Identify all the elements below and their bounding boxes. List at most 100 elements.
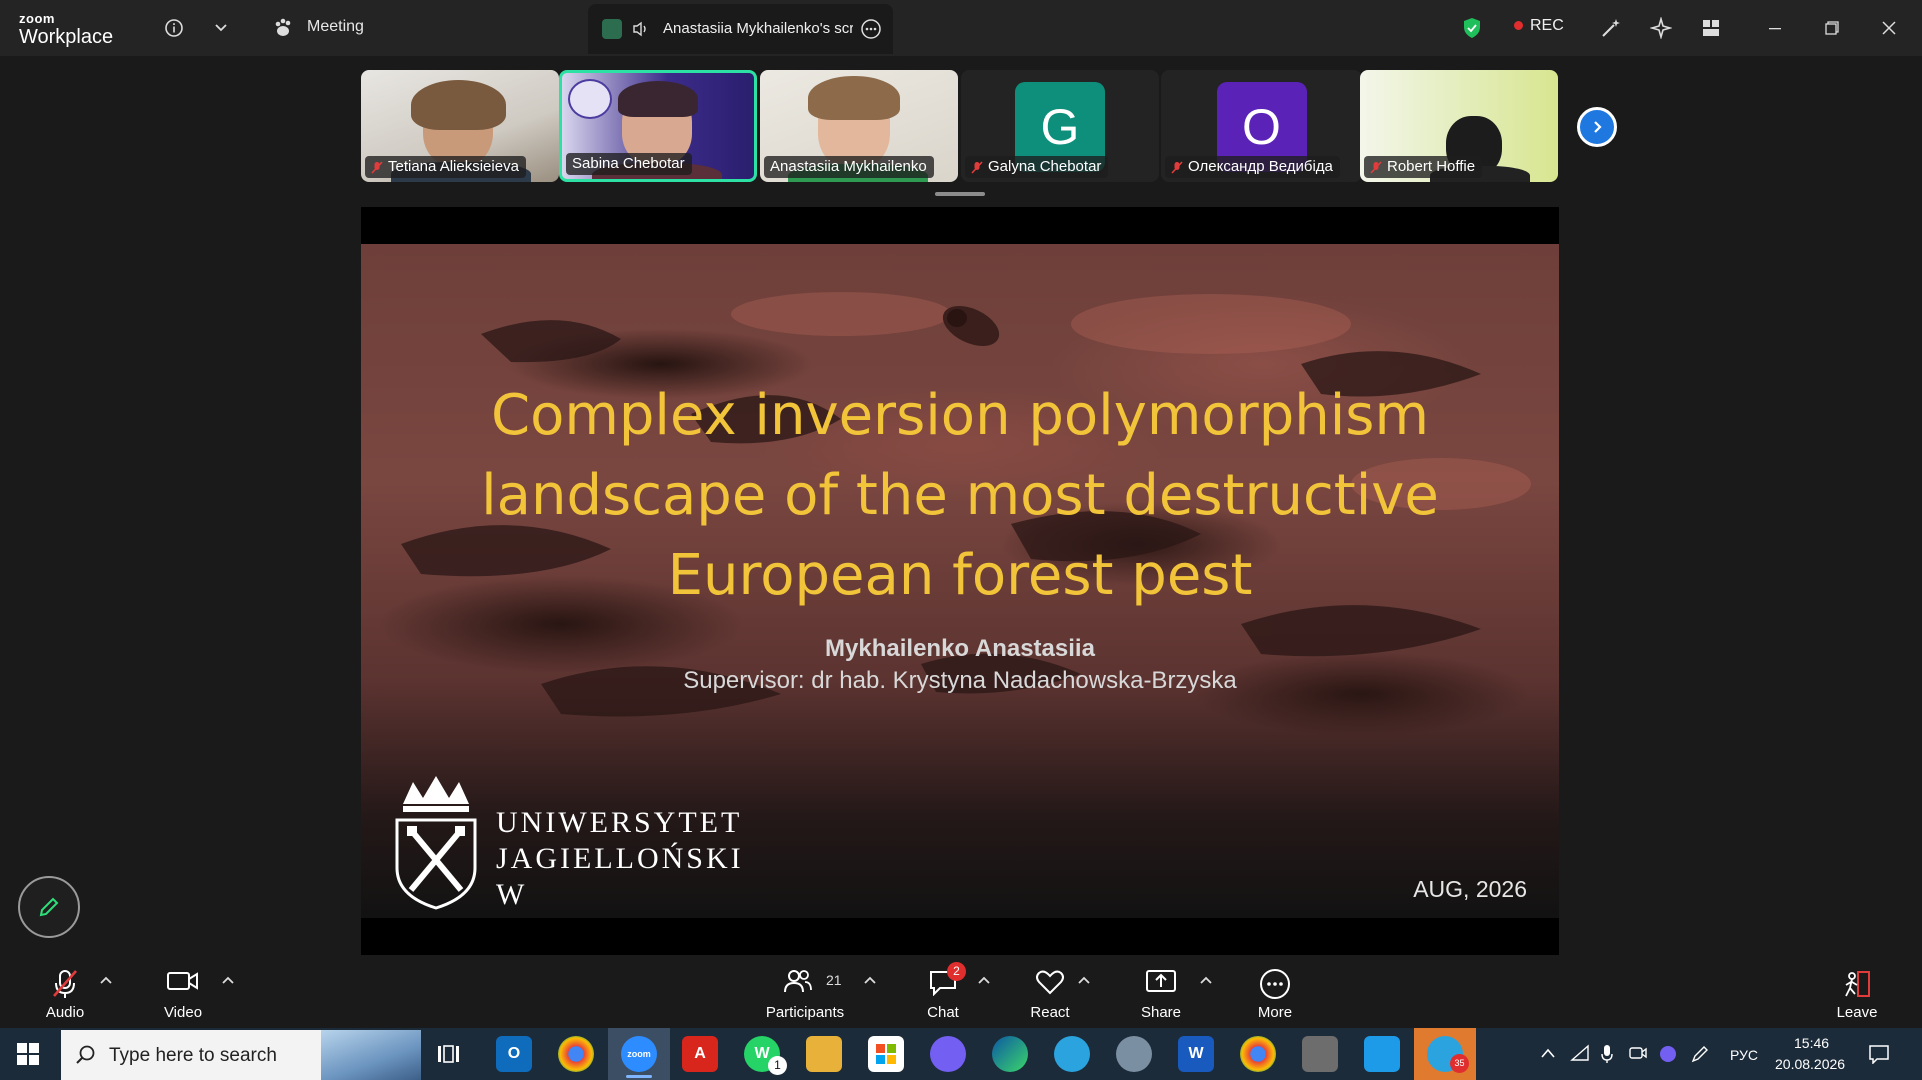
close-icon[interactable] <box>1875 14 1903 42</box>
mic-muted-icon <box>971 160 983 174</box>
notifications-icon[interactable] <box>1868 1044 1890 1069</box>
audio-caret-icon[interactable] <box>100 972 112 987</box>
react-button[interactable]: React <box>1022 966 1078 1022</box>
meeting-label[interactable]: Meeting <box>307 18 364 36</box>
pen-tray-icon[interactable] <box>1690 1044 1710 1069</box>
participants-count: 21 <box>826 972 842 988</box>
participant-name-label: Anastasiia Mykhailenko <box>764 156 934 178</box>
slide-date: AUG, 2026 <box>1413 876 1527 902</box>
ai-wand-icon[interactable] <box>1597 14 1625 42</box>
share-caret-icon[interactable] <box>1200 972 1212 987</box>
screen-share-tab[interactable]: Anastasiia Mykhailenko's scre <box>588 4 893 54</box>
sharer-avatar-icon <box>602 19 622 39</box>
snipping-tool-icon[interactable] <box>1364 1036 1400 1072</box>
virtual-background-logo <box>568 79 612 119</box>
university-logo: UNIWERSYTET JAGIELLOŃSKI W KRAKOWIE <box>393 772 741 918</box>
store-icon[interactable] <box>868 1036 904 1072</box>
participants-caret-icon[interactable] <box>864 972 876 987</box>
chat-label: Chat <box>927 1004 959 1021</box>
info-icon[interactable] <box>160 14 188 42</box>
chrome-2-icon[interactable] <box>1240 1036 1276 1072</box>
viber-icon[interactable] <box>930 1036 966 1072</box>
whatsapp-badge: 1 <box>768 1056 787 1075</box>
ai-companion-icon[interactable] <box>1647 14 1675 42</box>
more-options-icon[interactable] <box>860 18 882 45</box>
acrobat-icon[interactable]: A <box>682 1036 718 1072</box>
paint-icon[interactable] <box>1116 1036 1152 1072</box>
minimize-icon[interactable] <box>1761 14 1789 42</box>
chrome-icon[interactable] <box>558 1036 594 1072</box>
slide-title: Complex inversion polymorphism landscape… <box>361 376 1559 616</box>
video-caret-icon[interactable] <box>222 972 234 987</box>
participant-tile-1[interactable]: Sabina Chebotar <box>559 70 757 182</box>
leave-label: Leave <box>1836 1004 1878 1021</box>
participant-name-label: Олександр Ведибіда <box>1165 156 1340 178</box>
react-caret-icon[interactable] <box>1078 972 1090 987</box>
more-dots-icon <box>1260 969 1290 999</box>
word-icon[interactable]: W <box>1178 1036 1214 1072</box>
windows-start-icon[interactable] <box>16 1042 40 1071</box>
participant-hair <box>618 81 698 117</box>
slide-title-line-3: European forest pest <box>667 543 1253 608</box>
task-view-icon[interactable] <box>436 1042 460 1071</box>
mic-muted-icon <box>53 970 77 998</box>
edge-icon[interactable] <box>992 1036 1028 1072</box>
viber-tray-icon[interactable] <box>1658 1044 1678 1069</box>
video-button[interactable]: Video <box>156 966 210 1022</box>
participant-tile-3[interactable]: G Galyna Chebotar <box>961 70 1159 182</box>
shield-icon[interactable] <box>1458 14 1486 42</box>
leave-button[interactable]: Leave <box>1832 966 1882 1022</box>
participant-tile-5[interactable]: Robert Hoffie <box>1360 70 1558 182</box>
participants-button[interactable]: 21 Participants <box>760 966 850 1022</box>
share-label: Share <box>1140 1004 1182 1021</box>
chevron-down-icon[interactable] <box>207 14 235 42</box>
zoom-taskbar-active[interactable]: zoom <box>608 1028 670 1080</box>
gimp-icon[interactable] <box>1302 1036 1338 1072</box>
language-indicator[interactable]: РУС <box>1730 1047 1758 1063</box>
clock-time[interactable]: 15:46 <box>1794 1035 1829 1051</box>
meeting-toolbar: Audio Video 21 Participants 2 Chat React… <box>0 956 1922 1028</box>
search-icon <box>76 1045 95 1064</box>
slide-author: Mykhailenko Anastasiia <box>825 635 1095 662</box>
telegram-icon[interactable] <box>1054 1036 1090 1072</box>
video-camera-icon <box>167 972 198 990</box>
share-button[interactable]: Share <box>1136 966 1186 1022</box>
telegram-badge: 35 <box>1450 1054 1469 1073</box>
restore-icon[interactable] <box>1818 14 1846 42</box>
leave-door-icon <box>1845 971 1870 997</box>
clock-date[interactable]: 20.08.2026 <box>1775 1056 1845 1072</box>
strip-resize-handle[interactable] <box>935 192 985 196</box>
participant-hair <box>411 80 506 130</box>
next-page-button[interactable] <box>1577 107 1617 147</box>
chevron-right-icon <box>1594 121 1602 133</box>
slide-title-line-2: landscape of the most destructive <box>481 463 1439 528</box>
file-explorer-icon[interactable] <box>806 1036 842 1072</box>
participant-tile-4[interactable]: О Олександр Ведибіда <box>1161 70 1362 182</box>
search-highlight-image <box>321 1030 421 1080</box>
chat-button[interactable]: 2 Chat <box>918 962 968 1022</box>
mic-muted-icon <box>1370 160 1382 174</box>
participant-tile-0[interactable]: Tetiana Alieksieieva <box>361 70 559 182</box>
participant-tile-2[interactable]: Anastasiia Mykhailenko <box>760 70 958 182</box>
crest-icon <box>395 776 477 910</box>
network-icon[interactable] <box>1570 1044 1590 1067</box>
taskbar-search[interactable]: Type here to search <box>61 1030 421 1080</box>
more-button[interactable]: More <box>1250 966 1300 1022</box>
video-label: Video <box>163 1004 203 1021</box>
chat-caret-icon[interactable] <box>978 972 990 987</box>
outlook-icon[interactable]: O <box>496 1036 532 1072</box>
annotate-button[interactable] <box>18 876 80 938</box>
camera-tray-icon[interactable] <box>1628 1044 1648 1067</box>
chat-badge: 2 <box>947 962 966 981</box>
zoom-window: zoom Workplace Meeting Anastasiia Mykhai… <box>0 0 1922 1080</box>
gallery-view-icon[interactable] <box>1697 14 1725 42</box>
participant-name-label: Galyna Chebotar <box>965 156 1109 178</box>
react-label: React <box>1030 1004 1070 1021</box>
participant-name-label: Robert Hoffie <box>1364 156 1483 178</box>
rec-label[interactable]: REC <box>1530 17 1564 35</box>
show-hidden-icons-icon[interactable] <box>1540 1046 1556 1064</box>
telegram-2-taskbar[interactable]: 35 <box>1414 1028 1476 1080</box>
microphone-icon[interactable] <box>1600 1044 1614 1069</box>
share-screen-icon <box>1146 970 1176 992</box>
audio-button[interactable]: Audio <box>38 966 92 1022</box>
